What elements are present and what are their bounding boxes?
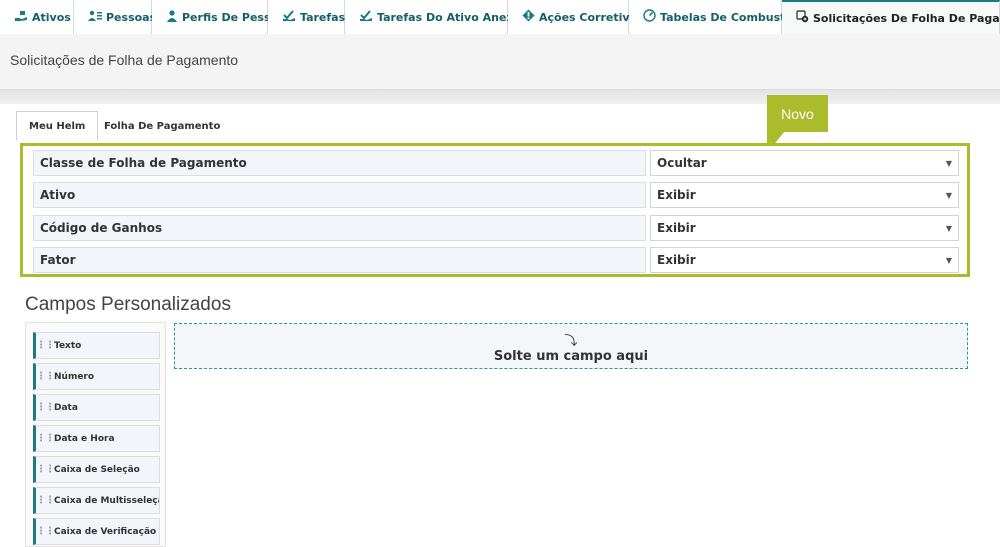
payroll-request-icon [796, 10, 809, 26]
dropdown-arrow-icon: ▼ [945, 256, 952, 265]
new-callout: Novo [767, 95, 828, 132]
tab-label: Ativos [32, 10, 71, 24]
palette-item-numero[interactable]: ⋮⋮ Número [33, 363, 160, 390]
drag-handle-icon[interactable]: ⋮⋮ [36, 433, 55, 444]
palette-item-caixa-de-multisselecao[interactable]: ⋮⋮ Caixa de Multisseleção [33, 487, 160, 514]
select-value: Exibir [657, 221, 696, 235]
select-value: Exibir [657, 188, 696, 202]
palette-item-caixa-de-verificacao[interactable]: ⋮⋮ Caixa de Verificação [33, 518, 160, 545]
field-row: Código de Ganhos Exibir ▼ [33, 215, 959, 241]
visibility-select[interactable]: Exibir ▼ [650, 182, 959, 208]
select-value: Ocultar [657, 156, 707, 170]
field-label: Classe de Folha de Pagamento [33, 150, 646, 176]
tab-folha-de-pagamento[interactable]: Folha De Pagamento [92, 111, 232, 141]
custom-fields-title: Campos Personalizados [25, 294, 231, 315]
visibility-select[interactable]: Exibir ▼ [650, 247, 959, 273]
field-label: Fator [33, 247, 646, 273]
drop-zone-label: Solte um campo aqui [493, 349, 649, 364]
tab-perfis-de-pessoa[interactable]: Perfis De Pessoa [152, 0, 286, 34]
palette-item-texto[interactable]: ⋮⋮ Texto [33, 332, 160, 359]
palette-item-label: Número [54, 371, 95, 382]
people-icon [88, 10, 102, 25]
tab-label: Solicitações De Folha De Pagamento [813, 11, 1000, 25]
tab-label: Pessoas [106, 10, 157, 24]
dropdown-arrow-icon: ▼ [945, 224, 952, 233]
header-divider [0, 90, 1000, 104]
visibility-select[interactable]: Exibir ▼ [650, 215, 959, 241]
palette-item-label: Texto [54, 340, 82, 351]
drag-handle-icon[interactable]: ⋮⋮ [36, 402, 55, 413]
palette-item-data-e-hora[interactable]: ⋮⋮ Data e Hora [33, 425, 160, 452]
page-header: Solicitações de Folha de Pagamento [0, 34, 1000, 90]
drag-handle-icon[interactable]: ⋮⋮ [36, 464, 55, 475]
tab-tabelas-de-combustivel[interactable]: Tabelas De Combustível [629, 0, 808, 34]
tab-meu-helm[interactable]: Meu Helm [16, 111, 99, 141]
palette-item-data[interactable]: ⋮⋮ Data [33, 394, 160, 421]
field-row: Classe de Folha de Pagamento Ocultar ▼ [33, 150, 959, 176]
drag-handle-icon[interactable]: ⋮⋮ [36, 340, 55, 351]
tasks-asset-icon [359, 9, 373, 25]
palette-item-label: Caixa de Seleção [54, 464, 140, 475]
dropdown-arrow-icon: ▼ [945, 159, 952, 168]
field-drop-zone[interactable]: ⤵ Solte um campo aqui [174, 323, 968, 369]
field-row: Ativo Exibir ▼ [33, 182, 959, 208]
tab-tarefas[interactable]: Tarefas [268, 0, 345, 34]
tab-tarefas-do-ativo-anexado[interactable]: Tarefas Do Ativo Anexado [345, 0, 536, 34]
tasks-icon [282, 9, 296, 25]
select-value: Exibir [657, 253, 696, 267]
tab-label: Tarefas [300, 10, 346, 24]
tab-ativos[interactable]: Ativos [0, 0, 74, 34]
field-label: Código de Ganhos [33, 215, 646, 241]
tab-solicitacoes-de-folha-de-pagamento[interactable]: Solicitações De Folha De Pagamento [782, 0, 1000, 35]
corrective-icon [522, 9, 535, 25]
drag-handle-icon[interactable]: ⋮⋮ [36, 495, 55, 506]
field-label: Ativo [33, 182, 646, 208]
visibility-select[interactable]: Ocultar ▼ [650, 150, 959, 176]
field-row: Fator Exibir ▼ [33, 247, 959, 273]
palette-item-caixa-de-selecao[interactable]: ⋮⋮ Caixa de Seleção [33, 456, 160, 483]
palette-item-label: Data e Hora [54, 433, 115, 444]
top-tab-bar: Ativos Pessoas Perfis De Pessoa Tarefas … [0, 0, 1000, 35]
drop-arrow-icon: ⤵ [564, 334, 578, 349]
person-icon [166, 9, 178, 25]
page-title: Solicitações de Folha de Pagamento [10, 52, 239, 68]
palette-item-label: Data [54, 402, 78, 413]
field-visibility-panel: Classe de Folha de Pagamento Ocultar ▼ A… [20, 143, 970, 277]
hand-box-icon [14, 10, 28, 25]
tab-label: Ações Corretivas [539, 10, 644, 24]
drag-handle-icon[interactable]: ⋮⋮ [36, 371, 55, 382]
tab-acoes-corretivas[interactable]: Ações Corretivas [508, 0, 644, 34]
palette-item-label: Caixa de Multisseleção [54, 495, 160, 506]
dropdown-arrow-icon: ▼ [945, 191, 952, 200]
palette-item-label: Caixa de Verificação [54, 526, 157, 537]
drag-handle-icon[interactable]: ⋮⋮ [36, 526, 55, 537]
gauge-icon [643, 9, 656, 25]
tab-pessoas[interactable]: Pessoas [74, 0, 156, 34]
field-palette: ⋮⋮ Texto ⋮⋮ Número ⋮⋮ Data ⋮⋮ Data e Hor… [25, 322, 166, 547]
